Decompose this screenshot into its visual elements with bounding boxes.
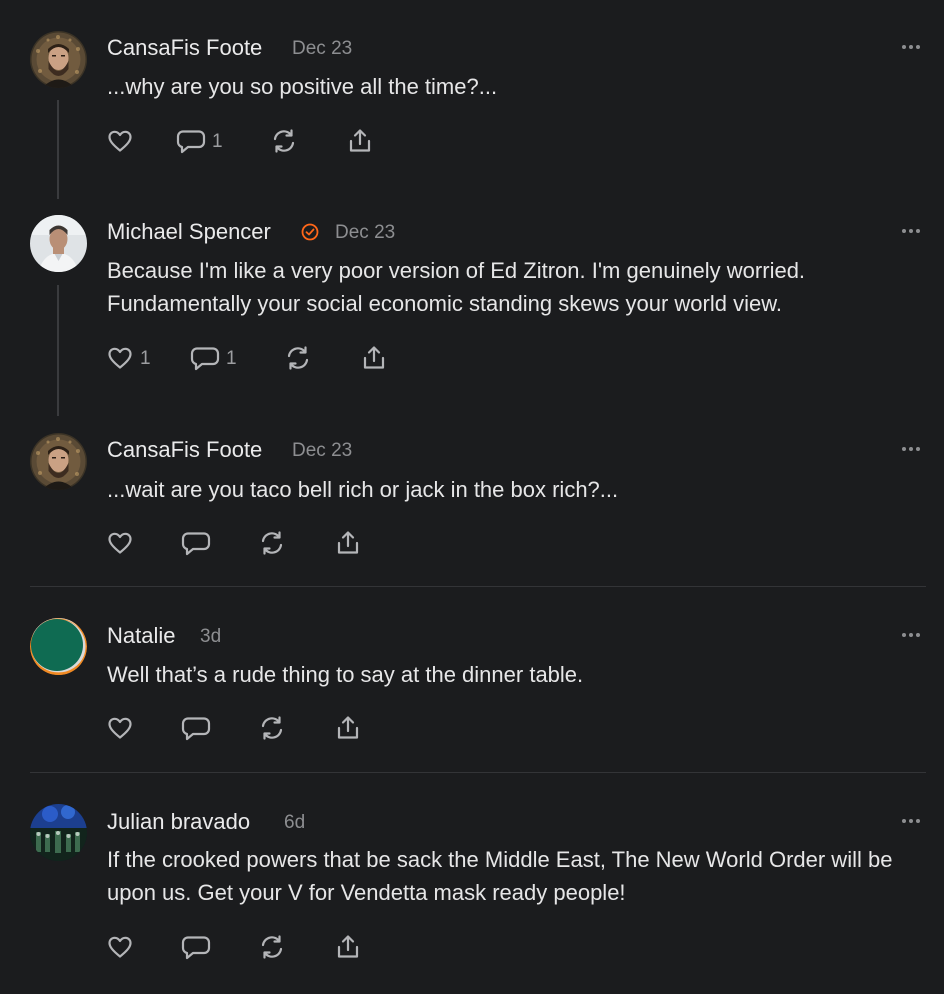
author-name[interactable]: CansaFis Foote xyxy=(107,439,262,461)
heart-icon xyxy=(106,529,134,557)
divider xyxy=(30,772,926,773)
comment-bubble-icon xyxy=(181,933,211,961)
verified-badge-icon xyxy=(301,223,319,241)
share-icon xyxy=(346,127,374,155)
restack-icon xyxy=(284,344,312,372)
like-button[interactable]: 1 xyxy=(106,343,151,373)
reply-button[interactable]: 1 xyxy=(190,343,237,373)
reply-button[interactable] xyxy=(181,528,211,558)
avatar[interactable] xyxy=(30,215,87,272)
author-name[interactable]: Julian bravado xyxy=(107,811,250,833)
share-button[interactable] xyxy=(334,528,362,558)
comment-bubble-icon xyxy=(176,127,206,155)
avatar[interactable] xyxy=(30,433,87,490)
restack-button[interactable] xyxy=(258,528,286,558)
comment-date[interactable]: 6d xyxy=(284,813,305,832)
author-name[interactable]: Michael Spencer xyxy=(107,221,271,243)
comment-date[interactable]: Dec 23 xyxy=(292,441,352,460)
share-button[interactable] xyxy=(346,126,374,156)
heart-icon xyxy=(106,344,134,372)
share-button[interactable] xyxy=(334,713,362,743)
share-button[interactable] xyxy=(334,932,362,962)
comment-text: Because I'm like a very poor version of … xyxy=(107,258,806,316)
heart-icon xyxy=(106,933,134,961)
heart-icon xyxy=(106,127,134,155)
reply-button[interactable] xyxy=(181,932,211,962)
like-button[interactable] xyxy=(106,713,134,743)
reply-button[interactable] xyxy=(181,713,211,743)
divider xyxy=(30,586,926,587)
restack-icon xyxy=(258,529,286,557)
like-count: 1 xyxy=(140,347,151,369)
comment-bubble-icon xyxy=(190,344,220,372)
like-button[interactable] xyxy=(106,528,134,558)
restack-button[interactable] xyxy=(258,713,286,743)
thread-line xyxy=(57,285,59,416)
reply-button[interactable]: 1 xyxy=(176,126,223,156)
share-button[interactable] xyxy=(360,343,388,373)
more-options-icon[interactable] xyxy=(901,228,921,234)
comment-text: ...wait are you taco bell rich or jack i… xyxy=(107,477,619,502)
avatar[interactable] xyxy=(30,804,87,861)
heart-icon xyxy=(106,714,134,742)
restack-button[interactable] xyxy=(284,343,312,373)
avatar[interactable] xyxy=(30,618,87,675)
restack-button[interactable] xyxy=(270,126,298,156)
reply-count: 1 xyxy=(212,130,223,152)
share-icon xyxy=(334,529,362,557)
author-name[interactable]: CansaFis Foote xyxy=(107,37,262,59)
comment-text: Well that’s a rude thing to say at the d… xyxy=(107,662,584,687)
comment-date[interactable]: Dec 23 xyxy=(292,39,352,58)
author-name[interactable]: Natalie xyxy=(107,625,175,647)
restack-icon xyxy=(258,933,286,961)
comment-text: If the crooked powers that be sack the M… xyxy=(107,847,893,905)
more-options-icon[interactable] xyxy=(901,446,921,452)
restack-button[interactable] xyxy=(258,932,286,962)
reply-count: 1 xyxy=(226,347,237,369)
more-options-icon[interactable] xyxy=(901,632,921,638)
avatar[interactable] xyxy=(30,31,87,88)
comment-text: ...why are you so positive all the time?… xyxy=(107,74,498,99)
like-button[interactable] xyxy=(106,932,134,962)
restack-icon xyxy=(270,127,298,155)
comment-bubble-icon xyxy=(181,529,211,557)
more-options-icon[interactable] xyxy=(901,44,921,50)
comment-date[interactable]: Dec 23 xyxy=(335,223,395,242)
share-icon xyxy=(360,344,388,372)
comment-bubble-icon xyxy=(181,714,211,742)
more-options-icon[interactable] xyxy=(901,818,921,824)
comment-date[interactable]: 3d xyxy=(200,627,221,646)
share-icon xyxy=(334,933,362,961)
thread-line xyxy=(57,100,59,199)
restack-icon xyxy=(258,714,286,742)
like-button[interactable] xyxy=(106,126,134,156)
share-icon xyxy=(334,714,362,742)
